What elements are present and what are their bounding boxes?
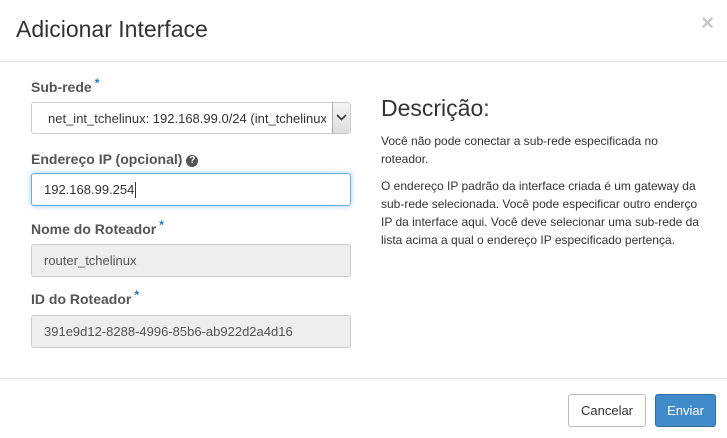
subnet-select[interactable]: net_int_tchelinux: 192.168.99.0/24 (int_… bbox=[31, 102, 351, 134]
router-id-label: ID do Roteador * bbox=[31, 288, 140, 307]
question-circle-icon[interactable]: ? bbox=[186, 155, 199, 167]
required-marker: * bbox=[159, 218, 164, 232]
ip-address-label: Endereço IP (opcional)? bbox=[31, 151, 199, 168]
add-interface-dialog: Adicionar Interface × Sub-rede * net_int_… bbox=[0, 0, 727, 438]
router-name-field: router_tchelinux bbox=[31, 244, 351, 277]
chevron-down-icon bbox=[336, 114, 347, 121]
dialog-footer: Cancelar Enviar bbox=[0, 378, 727, 438]
dialog-body: Sub-rede * net_int_tchelinux: 192.168.99.… bbox=[0, 62, 727, 378]
router-name-label: Nome do Roteador * bbox=[31, 218, 164, 237]
subnet-label: Sub-rede * bbox=[31, 76, 100, 95]
dropdown-toggle[interactable] bbox=[332, 103, 350, 133]
required-marker: * bbox=[94, 76, 100, 90]
ip-address-value: 192.168.99.254 bbox=[44, 182, 135, 197]
required-marker: * bbox=[134, 288, 140, 302]
dialog-header: Adicionar Interface × bbox=[0, 0, 727, 62]
cancel-button[interactable]: Cancelar bbox=[568, 394, 646, 427]
router-id-field: 391e9d12-8288-4996-85b6-ab922d2a4d16 bbox=[31, 315, 351, 348]
subnet-selected-value: net_int_tchelinux: 192.168.99.0/24 (int_… bbox=[48, 111, 326, 126]
dialog-title: Adicionar Interface bbox=[16, 16, 208, 42]
submit-button[interactable]: Enviar bbox=[655, 394, 716, 427]
description-paragraph-2: O endereço IP padrão da interface criada… bbox=[381, 179, 699, 247]
close-icon[interactable]: × bbox=[701, 12, 714, 34]
description-paragraph-1: Você não pode conectar a sub-rede especi… bbox=[381, 134, 658, 166]
ip-address-input[interactable]: 192.168.99.254 bbox=[31, 173, 351, 206]
description-title: Descrição: bbox=[381, 95, 490, 121]
text-caret bbox=[135, 181, 137, 198]
